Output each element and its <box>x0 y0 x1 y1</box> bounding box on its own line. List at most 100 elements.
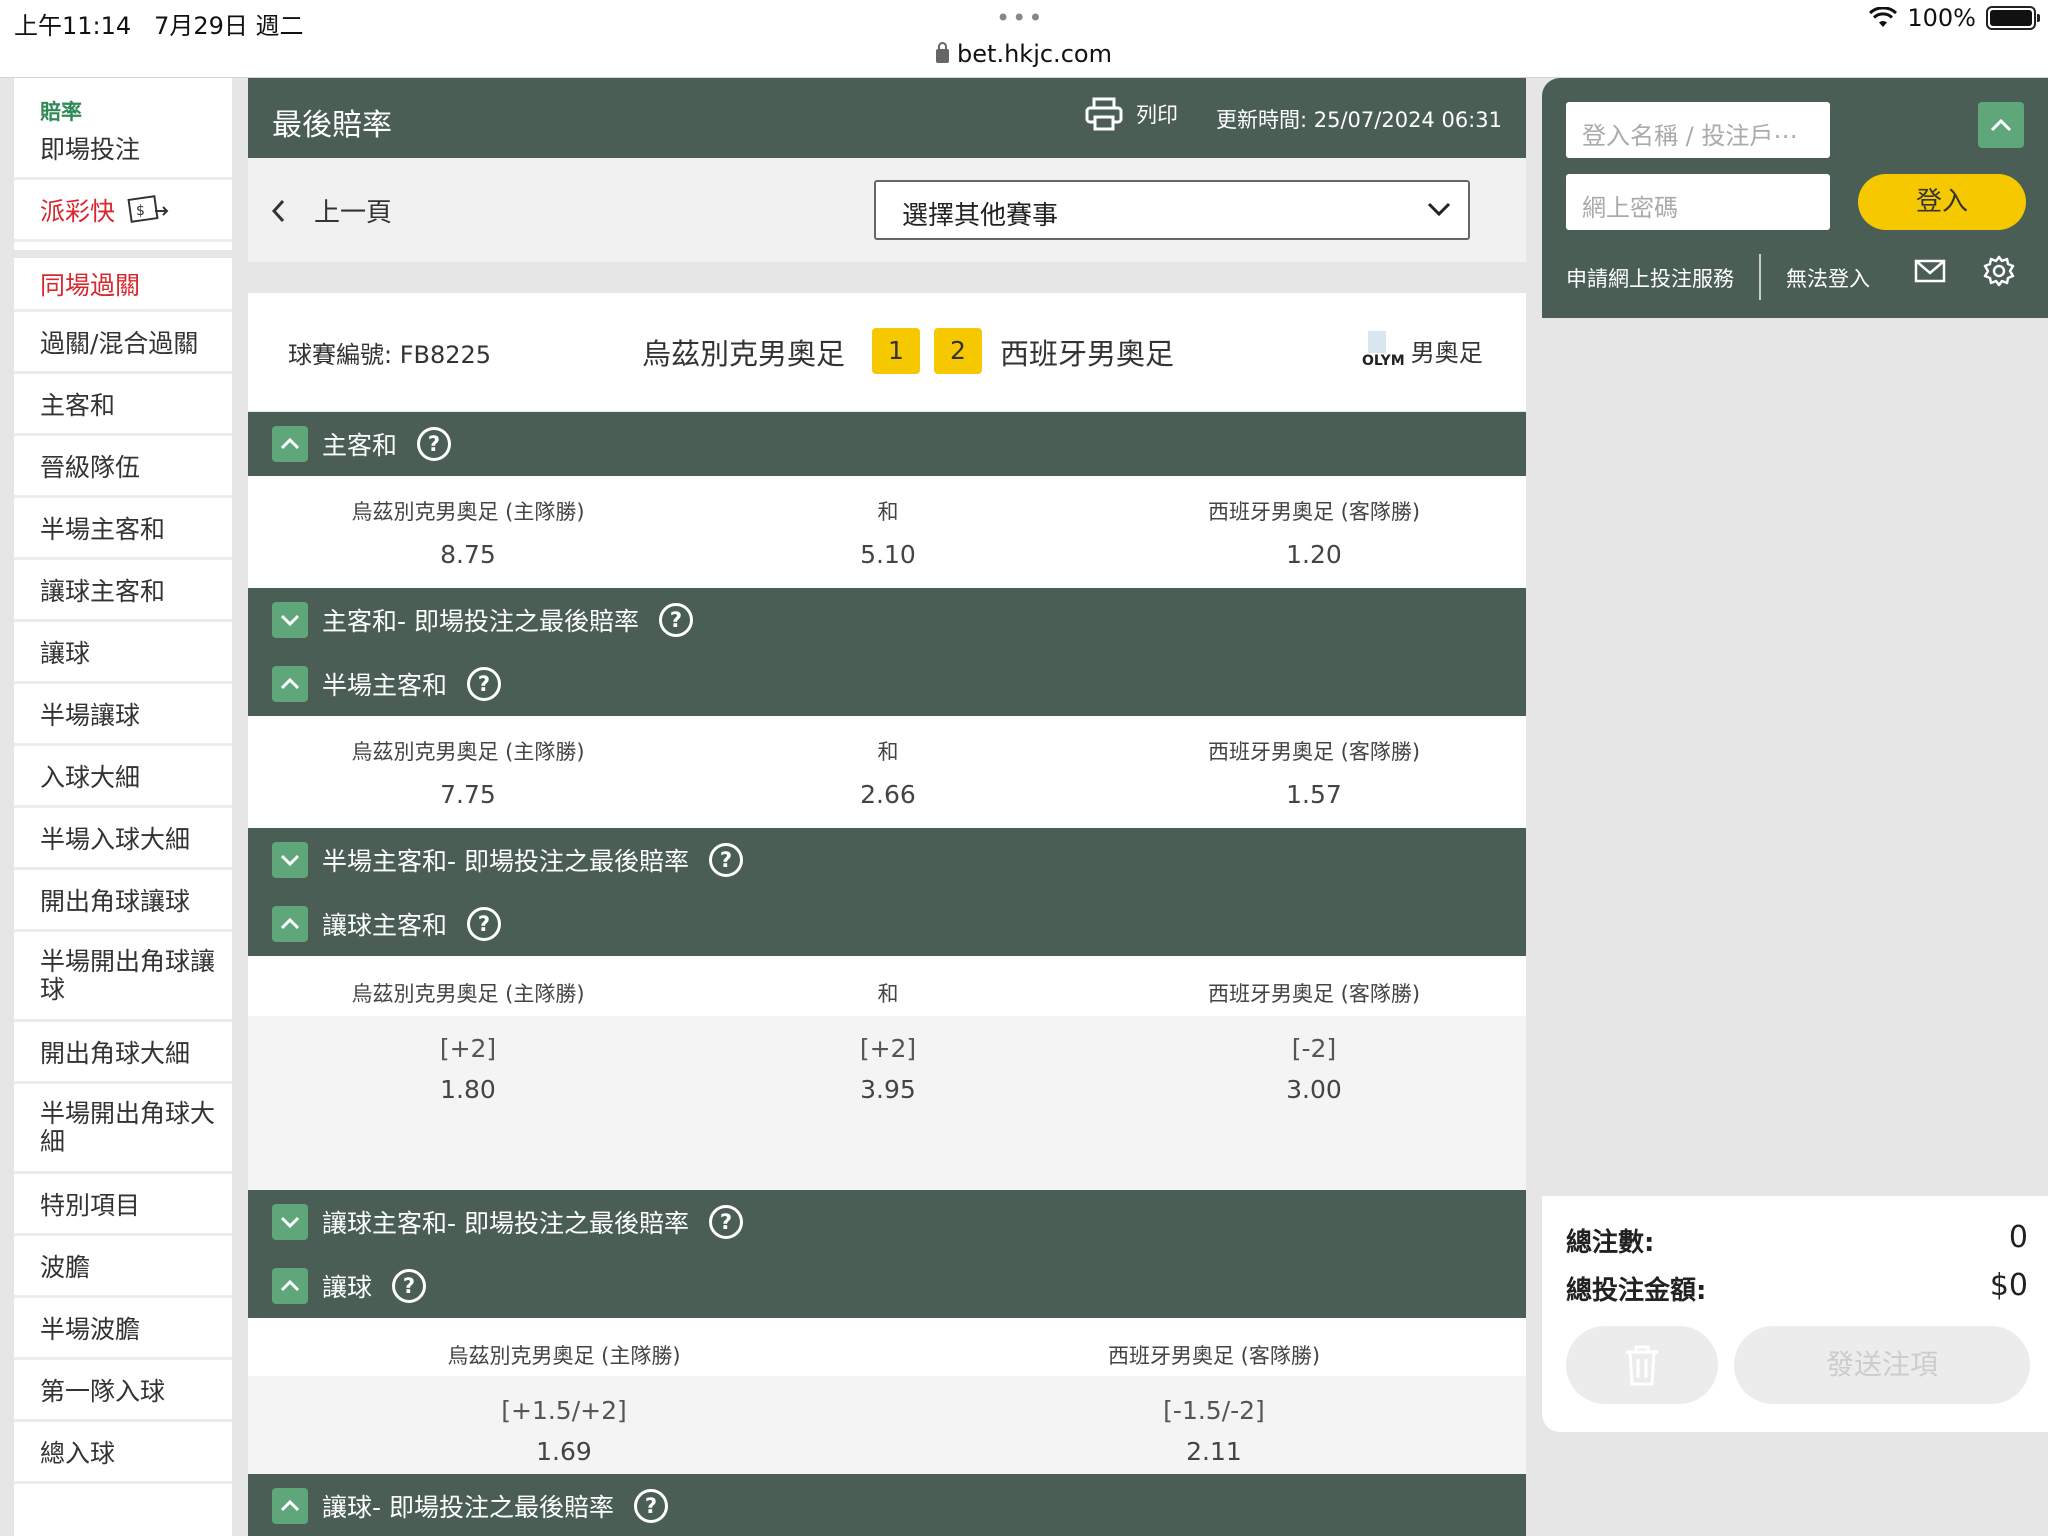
section-handicap-odds: 烏茲別克男奧足 (主隊勝) [+1.5/+2] 1.69 西班牙男奧足 (客隊勝) [… <box>248 1318 1526 1474</box>
section-title: 讓球主客和- 即場投注之最後賠率 <box>322 1209 689 1238</box>
match-id: 球賽編號: FB8225 <box>288 341 492 369</box>
help-icon[interactable]: ? <box>467 667 502 701</box>
odds-header: 西班牙男奧足 (客隊勝) <box>1107 1344 1321 1368</box>
odds-value[interactable]: 1.80 <box>258 1075 678 1104</box>
collapse-toggle[interactable] <box>272 426 308 462</box>
sidebar-item-corner-hilo[interactable]: 開出角球大細 <box>14 1022 232 1084</box>
odds-value[interactable]: 3.00 <box>1104 1075 1524 1104</box>
away-team: 西班牙男奧足 <box>1000 337 1175 371</box>
expand-toggle[interactable] <box>272 602 308 638</box>
printer-icon <box>1085 97 1123 131</box>
odds-value[interactable]: 2.11 <box>1004 1437 1424 1466</box>
odds-header: 西班牙男奧足 (客隊勝) <box>1207 500 1421 524</box>
sidebar-item-quick-payout[interactable]: 派彩快 $ <box>14 180 232 242</box>
sidebar-item-half-corner-hilo[interactable]: 半場開出角球大細 <box>14 1084 232 1174</box>
collapse-toggle[interactable] <box>272 906 308 942</box>
sidebar-item-to-qualify[interactable]: 晉級隊伍 <box>14 436 232 498</box>
sidebar-item-hilo[interactable]: 入球大細 <box>14 746 232 808</box>
competition-logo: OLYM <box>1362 331 1405 369</box>
gear-icon[interactable] <box>1982 254 2016 288</box>
section-title: 半場主客和- 即場投注之最後賠率 <box>322 847 689 876</box>
sidebar-item-label: 派彩快 <box>40 196 116 226</box>
odds-header: 烏茲別克男奧足 (主隊勝) <box>447 1344 681 1368</box>
collapse-toggle[interactable] <box>272 666 308 702</box>
chevron-up-icon <box>1990 118 2012 132</box>
competition: OLYM 男奧足 <box>1362 331 1483 369</box>
sidebar-item-half-corner-handicap[interactable]: 半場開出角球讓球 <box>14 932 232 1022</box>
help-icon[interactable]: ? <box>417 427 452 461</box>
section-half-hda-odds: 烏茲別克男奧足 (主隊勝) 7.75 和 2.66 西班牙男奧足 (客隊勝) 1.57 <box>248 716 1526 828</box>
odds-header: 西班牙男奧足 (客隊勝) <box>1207 982 1421 1006</box>
chevron-up-icon <box>280 437 300 450</box>
sidebar-item-half-correct-score[interactable]: 半場波膽 <box>14 1298 232 1360</box>
odds-value[interactable]: 8.75 <box>258 540 678 569</box>
sidebar-item-half-handicap[interactable]: 半場讓球 <box>14 684 232 746</box>
bet-slip: 總注數: 0 總投注金額: $0 發送注項 <box>1542 1196 2048 1432</box>
sidebar-item-half-hilo[interactable]: 半場入球大細 <box>14 808 232 870</box>
help-icon[interactable]: ? <box>467 907 502 941</box>
back-button[interactable]: 上一頁 <box>270 192 392 229</box>
home-score: 1 <box>872 328 920 374</box>
sidebar-item-correct-score[interactable]: 波膽 <box>14 1236 232 1298</box>
handicap-line: [-1.5/-2] <box>1163 1396 1265 1425</box>
odds-value[interactable]: 1.20 <box>1104 540 1524 569</box>
chevron-up-icon <box>280 1279 300 1292</box>
odds-value[interactable]: 5.10 <box>678 540 1098 569</box>
sidebar-item-specials[interactable]: 特別項目 <box>14 1174 232 1236</box>
odds-value[interactable]: 7.75 <box>258 780 678 809</box>
help-icon[interactable]: ? <box>633 1489 668 1523</box>
odds-header: 烏茲別克男奧足 (主隊勝) <box>351 982 585 1006</box>
chevron-down-icon <box>280 1216 300 1229</box>
battery-percent: 100% <box>1907 4 1976 32</box>
match-select[interactable]: 選擇其他賽事 <box>874 180 1470 240</box>
trash-icon <box>1626 1345 1658 1386</box>
competition-name: 男奧足 <box>1410 339 1483 367</box>
cannot-login-link[interactable]: 無法登入 <box>1786 263 1870 293</box>
odds-value[interactable]: 1.57 <box>1104 780 1524 809</box>
odds-value[interactable]: 3.95 <box>678 1075 1098 1104</box>
sidebar-item-total-goals[interactable]: 總入球 <box>14 1422 232 1484</box>
home-team: 烏茲別克男奧足 <box>642 337 846 371</box>
odds-value[interactable]: 1.69 <box>354 1437 774 1466</box>
cash-out-icon: $ <box>127 194 169 223</box>
help-icon[interactable]: ? <box>392 1269 427 1303</box>
help-icon[interactable]: ? <box>658 603 693 637</box>
help-icon[interactable]: ? <box>708 843 743 877</box>
chevron-up-icon <box>280 1499 300 1512</box>
collapse-toggle[interactable] <box>272 1268 308 1304</box>
sidebar-item-handicap-hda[interactable]: 讓球主客和 <box>14 560 232 622</box>
collapse-login-button[interactable] <box>1978 102 2024 148</box>
bet-count-label: 總注數: <box>1566 1228 1655 1258</box>
page-title: 最後賠率 <box>272 108 392 143</box>
username-input[interactable]: 登入名稱 / 投注戶⋯ <box>1566 102 1830 158</box>
send-bets-button[interactable]: 發送注項 <box>1734 1326 2030 1404</box>
section-group-2: 半場主客和- 即場投注之最後賠率 ? 讓球主客和 ? <box>248 828 1526 956</box>
sidebar-item-hda[interactable]: 主客和 <box>14 374 232 436</box>
chevron-down-icon <box>1427 202 1451 217</box>
chevron-up-icon <box>280 917 300 930</box>
apply-online-link[interactable]: 申請網上投注服務 <box>1566 263 1734 293</box>
section-title: 讓球- 即場投注之最後賠率 <box>322 1493 614 1522</box>
sidebar-item-first-team-to-score[interactable]: 第一隊入球 <box>14 1360 232 1422</box>
odds-header: 和 <box>877 982 899 1006</box>
status-time: 上午11:14 7月29日 週二 <box>14 12 304 40</box>
expand-toggle[interactable] <box>272 1204 308 1240</box>
sidebar-item-same-game-parlay[interactable]: 同場過關 <box>14 250 232 312</box>
more-dots-icon[interactable]: ••• <box>996 4 1044 32</box>
section-handicap-hda-odds: 烏茲別克男奧足 (主隊勝) [+2] 1.80 和 [+2] 3.95 西班牙男奧足 (… <box>248 956 1526 1190</box>
login-button[interactable]: 登入 <box>1858 174 2026 230</box>
collapse-toggle[interactable] <box>272 1488 308 1524</box>
sidebar-item-handicap[interactable]: 讓球 <box>14 622 232 684</box>
sidebar-item-inplay[interactable]: 即場投注 <box>14 118 232 180</box>
mail-icon[interactable] <box>1914 258 1946 284</box>
sidebar-item-parlay[interactable]: 過關/混合過關 <box>14 312 232 374</box>
sidebar-item-half-hda[interactable]: 半場主客和 <box>14 498 232 560</box>
print-button[interactable]: 列印 <box>1084 96 1178 132</box>
help-icon[interactable]: ? <box>708 1205 743 1239</box>
expand-toggle[interactable] <box>272 842 308 878</box>
odds-value[interactable]: 2.66 <box>678 780 1098 809</box>
address-bar[interactable]: bet.hkjc.com <box>0 40 2048 68</box>
sidebar-item-corner-handicap[interactable]: 開出角球讓球 <box>14 870 232 932</box>
password-input[interactable]: 網上密碼 <box>1566 174 1830 230</box>
clear-bets-button[interactable] <box>1566 1326 1718 1404</box>
